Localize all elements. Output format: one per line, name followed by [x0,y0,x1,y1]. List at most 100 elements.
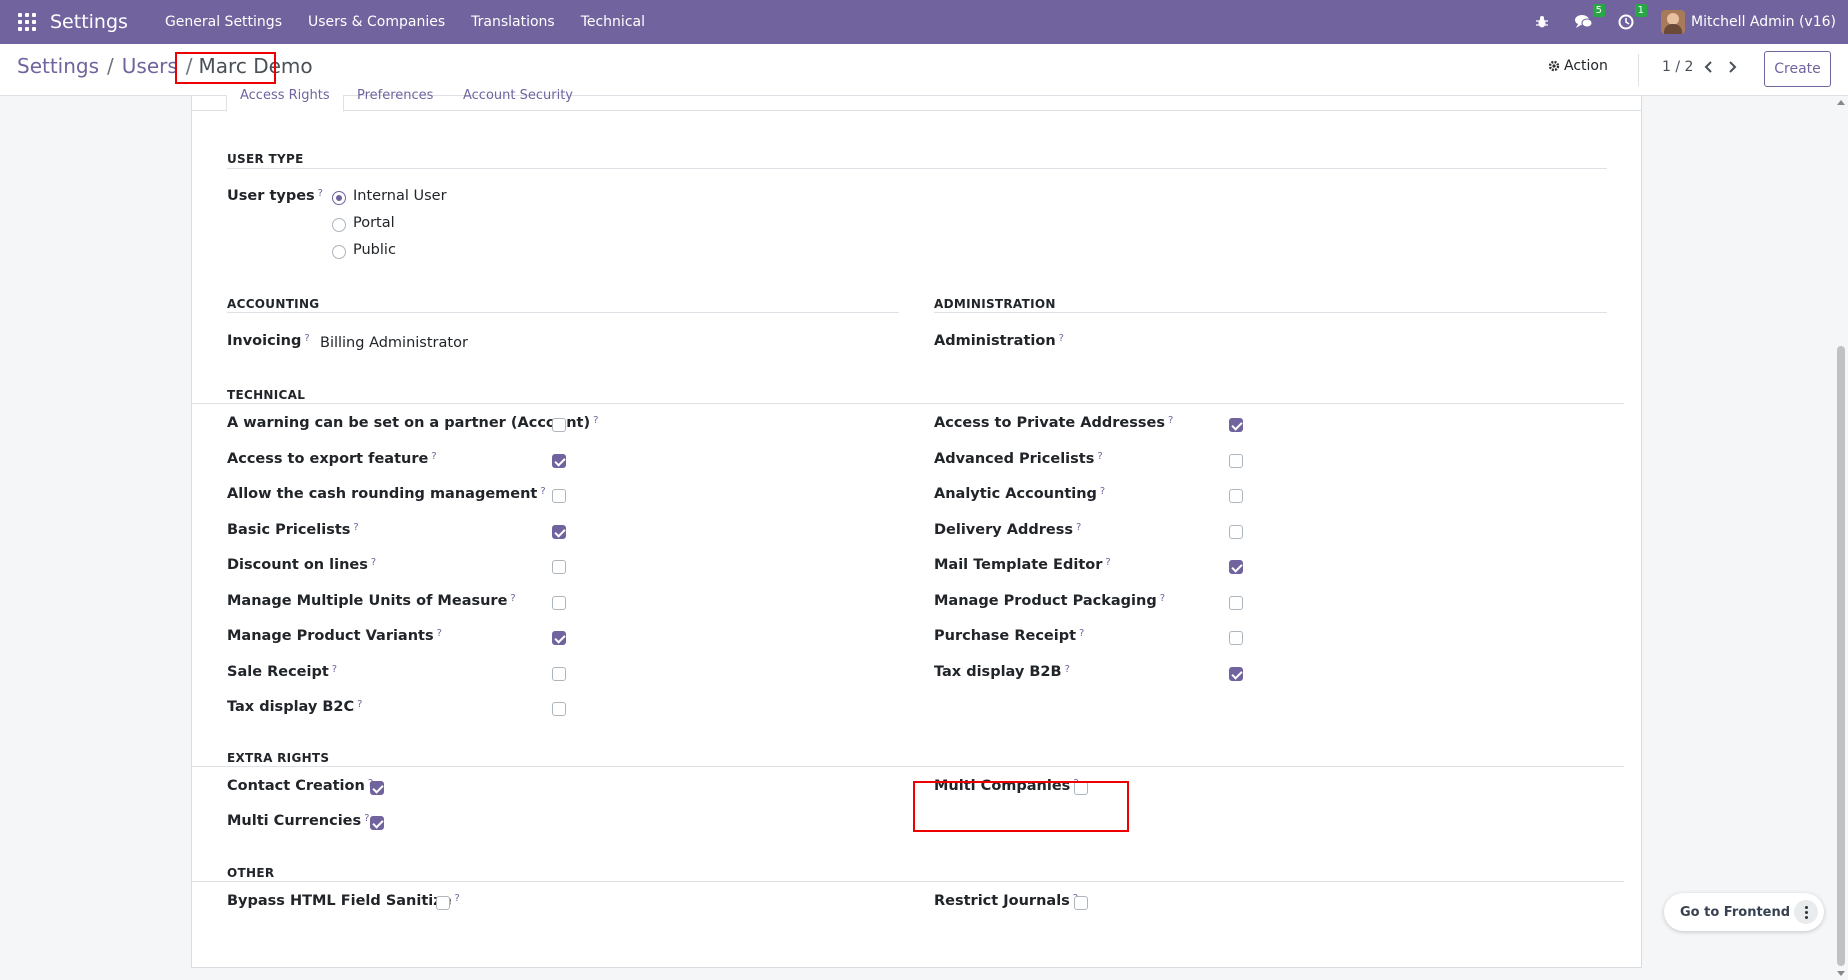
section-title-user-type: USER TYPE [227,152,304,166]
menu-users-companies[interactable]: Users & Companies [308,14,445,30]
app-brand[interactable]: Settings [50,11,128,33]
field-label-bypass-html-sanitize: Bypass HTML Field Sanitize? [227,893,460,909]
checkbox-technical-left[interactable] [552,489,566,503]
field-label-technical-left: Basic Pricelists? [227,522,359,538]
radio-portal[interactable] [332,218,346,232]
checkbox-technical-right[interactable] [1229,489,1243,503]
help-tooltip-icon[interactable]: ? [364,813,369,824]
checkbox-technical-right[interactable] [1229,453,1243,468]
scrollbar-thumb[interactable] [1837,346,1845,966]
checkbox-technical-right[interactable] [1229,560,1243,574]
help-tooltip-icon[interactable]: ? [431,451,436,462]
action-label: Action [1564,58,1608,74]
checkbox-technical-right[interactable] [1229,524,1243,539]
help-tooltip-icon[interactable]: ? [332,664,337,675]
menu-general-settings[interactable]: General Settings [165,14,282,30]
section-title-accounting: ACCOUNTING [227,297,320,311]
field-label-text: Multi Currencies [227,813,362,829]
radio-internal-user[interactable] [332,191,346,205]
checkbox-technical-left[interactable] [552,560,566,574]
page-scrollbar[interactable] [1834,96,1848,980]
section-divider [227,312,899,313]
tab-account-security[interactable]: Account Security [463,88,573,103]
checkbox-technical-left[interactable] [552,702,566,716]
checkbox-technical-left[interactable] [552,524,566,539]
help-tooltip-icon[interactable]: ? [357,699,362,710]
pager-value[interactable]: 1 / 2 [1662,59,1693,75]
field-label-technical-right: Access to Private Addresses? [934,415,1173,431]
help-tooltip-icon[interactable]: ? [455,893,460,904]
field-label-text: Analytic Accounting [934,486,1097,502]
checkbox-bypass-html-sanitize[interactable] [436,896,450,910]
menu-translations[interactable]: Translations [471,14,555,30]
field-label-technical-left: Manage Multiple Units of Measure? [227,593,516,609]
field-label-technical-left: Access to export feature? [227,451,437,467]
messages-chat-icon[interactable]: 5 [1575,4,1606,31]
field-label-technical-right: Manage Product Packaging? [934,593,1165,609]
field-label-text: Mail Template Editor [934,557,1103,573]
field-label-text: Manage Multiple Units of Measure [227,592,508,609]
breadcrumb-settings[interactable]: Settings [17,54,99,78]
help-tooltip-icon[interactable]: ? [371,557,376,568]
field-label-text: Manage Product Packaging [934,592,1157,609]
help-tooltip-icon[interactable]: ? [1105,557,1110,568]
help-tooltip-icon[interactable]: ? [1168,415,1173,426]
radio-label-public: Public [353,242,396,258]
checkbox-technical-right[interactable] [1229,418,1243,432]
field-label-text: Tax display B2B [934,663,1062,680]
help-tooltip-icon[interactable]: ? [1079,628,1084,639]
checkbox-technical-right[interactable] [1229,595,1243,610]
help-tooltip-icon[interactable]: ? [437,628,442,639]
tab-preferences[interactable]: Preferences [357,88,433,103]
field-label-technical-left: Allow the cash rounding management? [227,486,546,502]
tab-access-rights[interactable]: Access Rights [240,88,330,103]
help-tooltip-icon[interactable]: ? [1065,664,1070,675]
field-label-technical-right: Tax display B2B? [934,664,1070,680]
checkbox-restrict-journals[interactable] [1074,896,1088,910]
pager-next-icon[interactable] [1724,57,1740,77]
help-tooltip-icon[interactable]: ? [540,486,545,497]
help-tooltip-icon[interactable]: ? [353,522,358,533]
invoicing-select-value[interactable]: Billing Administrator [320,335,468,351]
help-tooltip-icon[interactable]: ? [593,415,598,426]
help-tooltip-icon[interactable]: ? [1097,451,1102,462]
messages-badge: 5 [1592,4,1606,17]
checkbox-technical-left[interactable] [552,631,566,645]
checkbox-technical-left[interactable] [552,453,566,468]
scroll-up-icon[interactable] [1837,100,1845,105]
help-tooltip-icon[interactable]: ? [1076,522,1081,533]
user-menu-name[interactable]: Mitchell Admin (v16) [1691,14,1836,30]
debug-bug-icon[interactable] [1533,13,1551,31]
checkbox-technical-right[interactable] [1229,666,1243,681]
apps-menu-icon[interactable] [18,13,36,31]
checkbox-contact-creation[interactable] [370,781,384,795]
section-divider [934,312,1607,313]
checkbox-multi-currencies[interactable] [370,816,384,830]
section-divider [227,168,1607,169]
checkbox-technical-left[interactable] [552,595,566,610]
help-tooltip-icon[interactable]: ? [1100,486,1105,497]
more-vertical-icon[interactable] [1794,900,1818,924]
radio-public[interactable] [332,245,346,259]
help-tooltip-icon[interactable]: ? [318,188,323,199]
field-label-administration: Administration? [934,333,1064,349]
help-tooltip-icon[interactable]: ? [510,593,515,604]
user-avatar[interactable] [1661,10,1686,34]
help-tooltip-icon[interactable]: ? [1059,333,1064,344]
section-title-other: OTHER [227,866,275,880]
menu-technical[interactable]: Technical [581,14,645,30]
checkbox-technical-right[interactable] [1229,631,1243,645]
pager-previous-icon[interactable] [1701,57,1717,77]
field-label-technical-right: Advanced Pricelists? [934,451,1103,467]
field-label-text: Allow the cash rounding management [227,486,538,502]
checkbox-technical-left[interactable] [552,666,566,681]
help-tooltip-icon[interactable]: ? [304,333,309,344]
help-tooltip-icon[interactable]: ? [1160,593,1165,604]
go-to-frontend-button[interactable]: Go to Frontend [1680,905,1790,920]
action-button[interactable]: Action [1548,58,1608,74]
create-button[interactable]: Create [1764,51,1831,87]
activities-clock-icon[interactable]: 1 [1617,4,1648,31]
checkbox-technical-left[interactable] [552,418,566,432]
breadcrumb-users[interactable]: Users [122,54,178,78]
scroll-down-icon[interactable] [1837,971,1845,976]
